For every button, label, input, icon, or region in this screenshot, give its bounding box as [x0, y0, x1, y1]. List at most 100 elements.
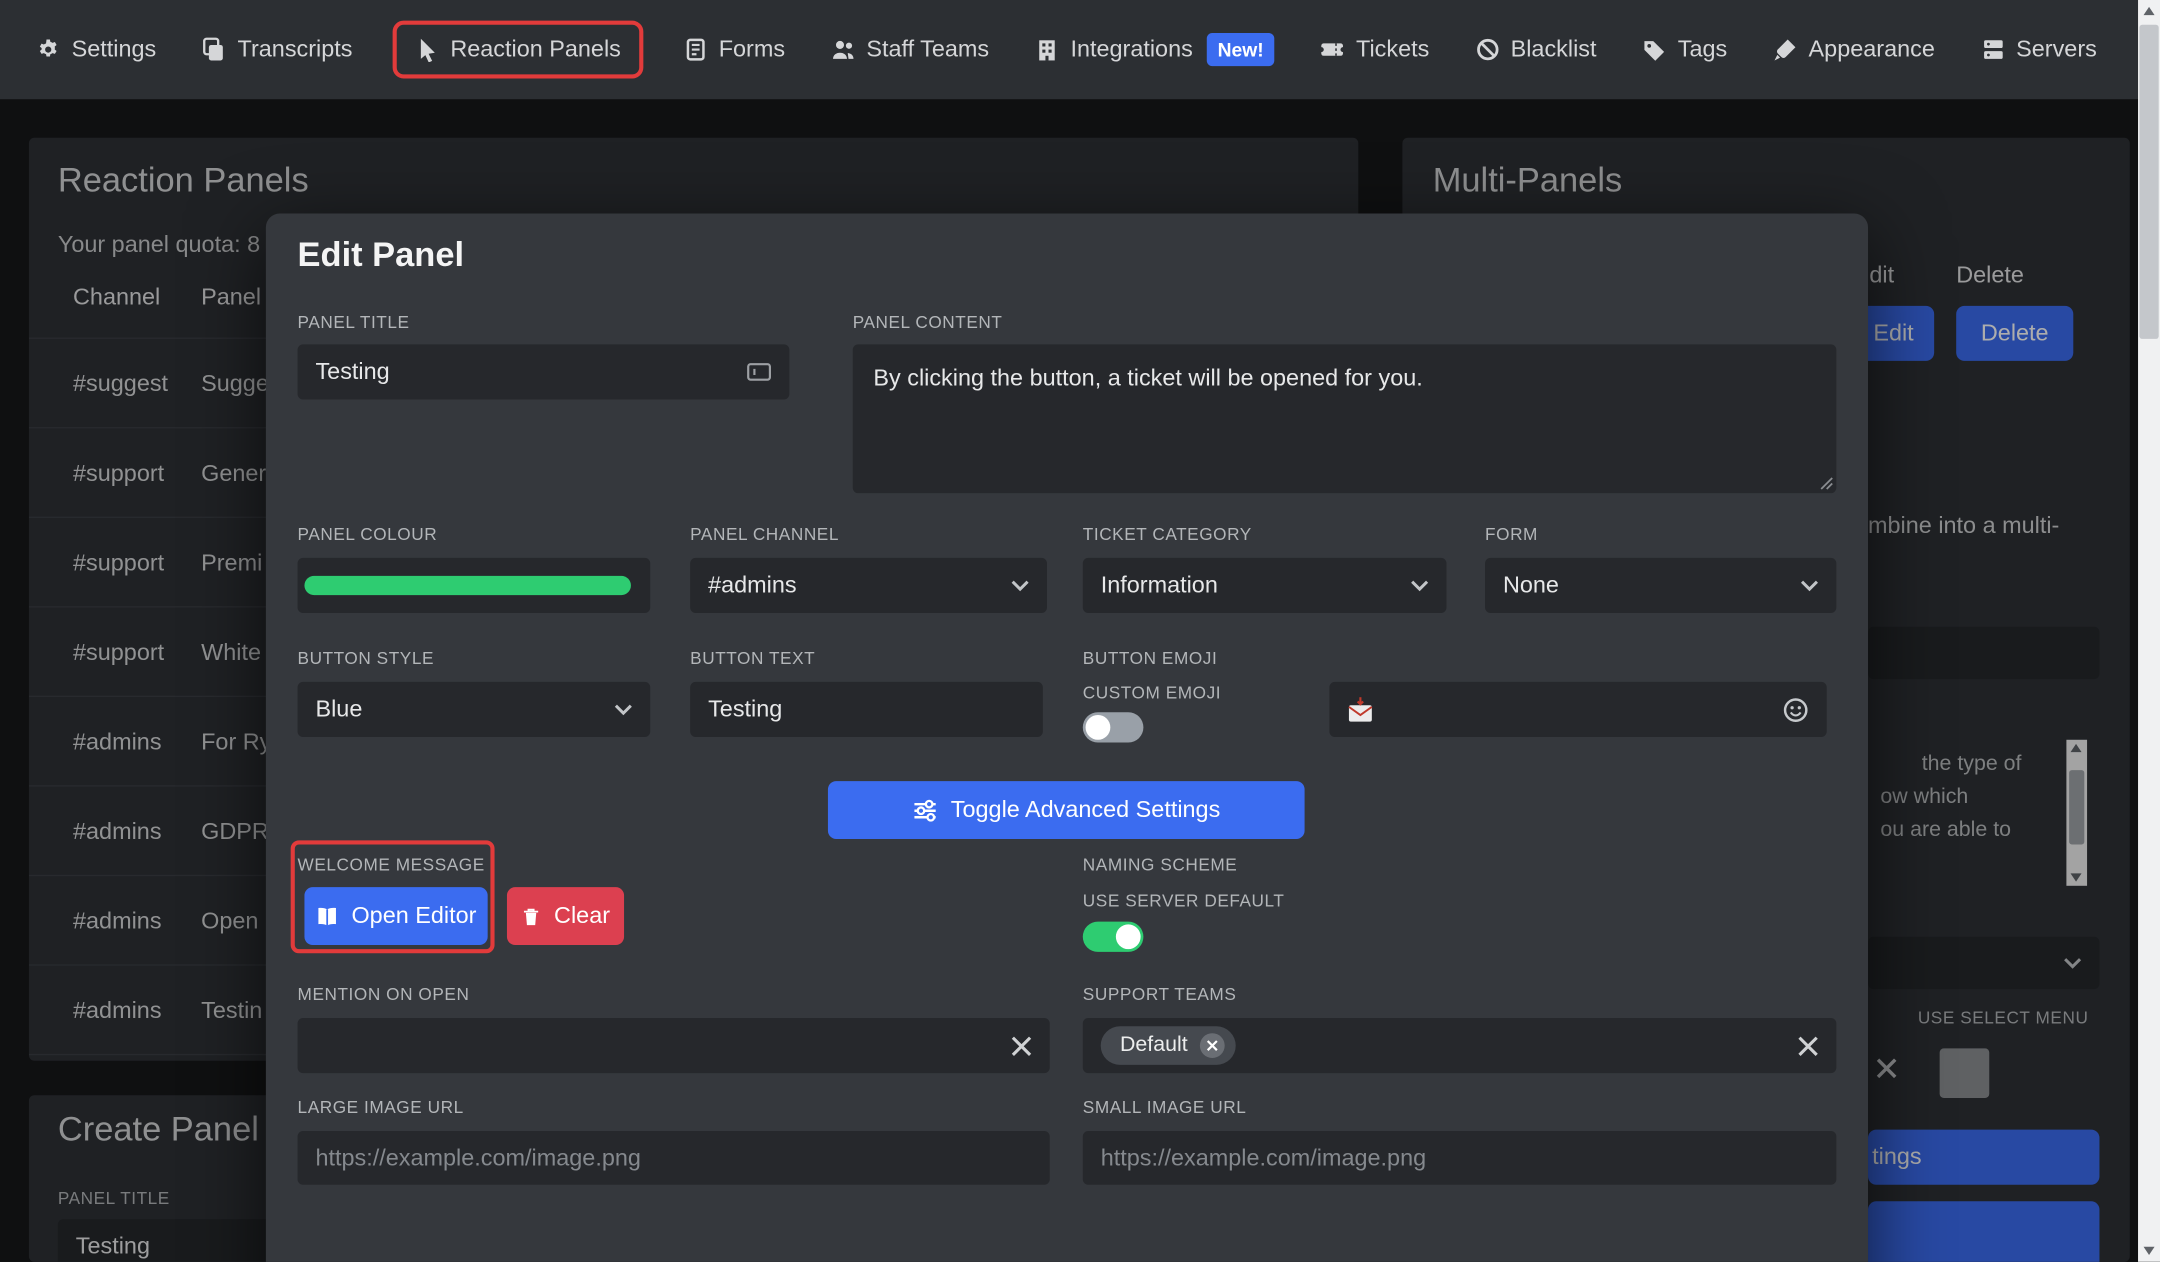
scrollbar-thumb[interactable] [2139, 24, 2159, 339]
nav-right-group: Servers Logout [1980, 36, 2160, 64]
new-badge: New! [1206, 33, 1275, 67]
welcome-message-label: WELCOME MESSAGE [297, 855, 485, 875]
button-style-select[interactable]: Blue [297, 681, 651, 738]
screen: Settings Transcripts Reaction Panels For… [0, 0, 2160, 1262]
paintbrush-icon [1774, 39, 1796, 61]
panel-colour-label: PANEL COLOUR [297, 524, 438, 545]
panel-title-value: Testing [315, 358, 390, 385]
trash-icon [524, 908, 539, 925]
form-value: None [1502, 571, 1559, 598]
panel-channel-value: #admins [708, 571, 797, 598]
form-label: FORM [1485, 524, 1538, 545]
button-emoji-field[interactable] [1329, 681, 1827, 738]
large-image-url-label: LARGE IMAGE URL [297, 1097, 464, 1118]
naming-scheme-label: NAMING SCHEME [1082, 855, 1238, 875]
scroll-down-button[interactable] [2138, 1240, 2160, 1262]
server-icon [1983, 40, 2003, 59]
clear-welcome-button[interactable]: Clear [506, 887, 625, 946]
panel-content-label: PANEL CONTENT [852, 312, 1003, 333]
form-icon [686, 38, 705, 61]
panel-content-value: By clicking the button, a ticket will be… [873, 365, 1423, 392]
nav-transcripts[interactable]: Transcripts [202, 36, 353, 64]
clear-welcome-label: Clear [554, 902, 611, 929]
nav-forms[interactable]: Forms [683, 36, 785, 64]
transcripts-icon [203, 37, 224, 61]
large-image-url-input[interactable] [297, 1131, 1050, 1185]
no-symbol-icon [1476, 38, 1498, 61]
nav-appearance[interactable]: Appearance [1773, 36, 1935, 64]
panel-colour-swatch [304, 575, 631, 596]
input-text-icon [747, 363, 771, 381]
panel-title-label: PANEL TITLE [297, 312, 410, 333]
emoji-picker-icon[interactable] [1783, 696, 1809, 722]
tag-icon [1644, 41, 1664, 61]
clear-field-icon[interactable] [1011, 1035, 1032, 1056]
resize-handle[interactable] [1817, 474, 1834, 491]
clear-field-icon[interactable] [1798, 1035, 1819, 1056]
chevron-down-icon [1011, 579, 1029, 591]
nav-tickets[interactable]: Tickets [1320, 36, 1429, 64]
nav-transcripts-label: Transcripts [237, 35, 353, 62]
incoming-envelope-icon [1348, 696, 1373, 721]
nav-staff-teams-label: Staff Teams [866, 35, 990, 62]
top-navbar: Settings Transcripts Reaction Panels For… [0, 0, 2160, 100]
ticket-category-label: TICKET CATEGORY [1082, 524, 1252, 545]
open-editor-label: Open Editor [351, 902, 477, 929]
support-teams-label: SUPPORT TEAMS [1082, 984, 1237, 1005]
viewport: Settings Transcripts Reaction Panels For… [0, 0, 2160, 1262]
use-server-default-toggle[interactable] [1082, 921, 1144, 952]
use-server-default-label: USE SERVER DEFAULT [1082, 891, 1285, 911]
nav-servers[interactable]: Servers [1980, 36, 2097, 64]
panel-title-field[interactable]: Testing [297, 344, 790, 400]
toggle-knob [1115, 924, 1141, 950]
ticket-icon [1320, 43, 1345, 56]
panel-channel-select[interactable]: #admins [690, 557, 1047, 614]
toggle-advanced-settings-label: Toggle Advanced Settings [950, 796, 1221, 823]
support-team-chip-label: Default [1119, 1033, 1188, 1057]
nav-settings-label: Settings [71, 35, 157, 62]
button-text-input[interactable] [690, 681, 1043, 738]
nav-reaction-panels[interactable]: Reaction Panels [392, 20, 643, 79]
button-emoji-label: BUTTON EMOJI [1082, 648, 1218, 669]
small-image-url-input[interactable] [1082, 1131, 1837, 1185]
scroll-up-button[interactable] [2138, 0, 2160, 22]
form-select[interactable]: None [1485, 557, 1837, 614]
nav-appearance-label: Appearance [1808, 35, 1935, 62]
nav-servers-label: Servers [2016, 35, 2097, 62]
ticket-category-select[interactable]: Information [1082, 557, 1447, 614]
chevron-down-icon [1411, 579, 1429, 591]
edit-panel-modal: Edit Panel PANEL TITLE Testing PANEL CON… [265, 213, 1869, 1262]
panel-content-textarea[interactable]: By clicking the button, a ticket will be… [852, 344, 1837, 494]
chevron-down-icon [614, 703, 632, 715]
panel-channel-label: PANEL CHANNEL [690, 524, 839, 545]
nav-tickets-label: Tickets [1356, 35, 1430, 62]
page-scrollbar[interactable] [2138, 0, 2160, 1262]
remove-chip-icon[interactable] [1200, 1033, 1225, 1058]
support-team-chip[interactable]: Default [1100, 1026, 1236, 1065]
small-image-url-label: SMALL IMAGE URL [1082, 1097, 1247, 1118]
open-editor-button[interactable]: Open Editor [304, 887, 488, 946]
modal-title: Edit Panel [297, 235, 465, 275]
nav-settings[interactable]: Settings [36, 36, 156, 64]
support-teams-field[interactable]: Default [1082, 1018, 1837, 1074]
nav-blacklist[interactable]: Blacklist [1475, 36, 1597, 64]
nav-tags[interactable]: Tags [1642, 36, 1727, 64]
nav-integrations[interactable]: Integrations New! [1035, 33, 1275, 67]
toggle-knob [1085, 714, 1111, 740]
panel-colour-field[interactable] [297, 557, 651, 614]
nav-forms-label: Forms [718, 35, 786, 62]
cursor-icon [420, 38, 435, 62]
nav-staff-teams[interactable]: Staff Teams [831, 35, 990, 64]
custom-emoji-toggle[interactable] [1082, 712, 1144, 743]
mention-on-open-label: MENTION ON OPEN [297, 984, 470, 1005]
button-text-label: BUTTON TEXT [690, 648, 816, 669]
nav-tags-label: Tags [1677, 35, 1728, 62]
custom-emoji-label: CUSTOM EMOJI [1082, 683, 1222, 703]
button-style-label: BUTTON STYLE [297, 648, 435, 669]
nav-reaction-panels-label: Reaction Panels [450, 35, 621, 62]
ticket-category-value: Information [1100, 571, 1218, 598]
mention-on-open-field[interactable] [297, 1018, 1050, 1074]
toggle-advanced-settings-button[interactable]: Toggle Advanced Settings [827, 781, 1305, 839]
editor-book-icon [318, 907, 337, 925]
nav-blacklist-label: Blacklist [1510, 35, 1597, 62]
